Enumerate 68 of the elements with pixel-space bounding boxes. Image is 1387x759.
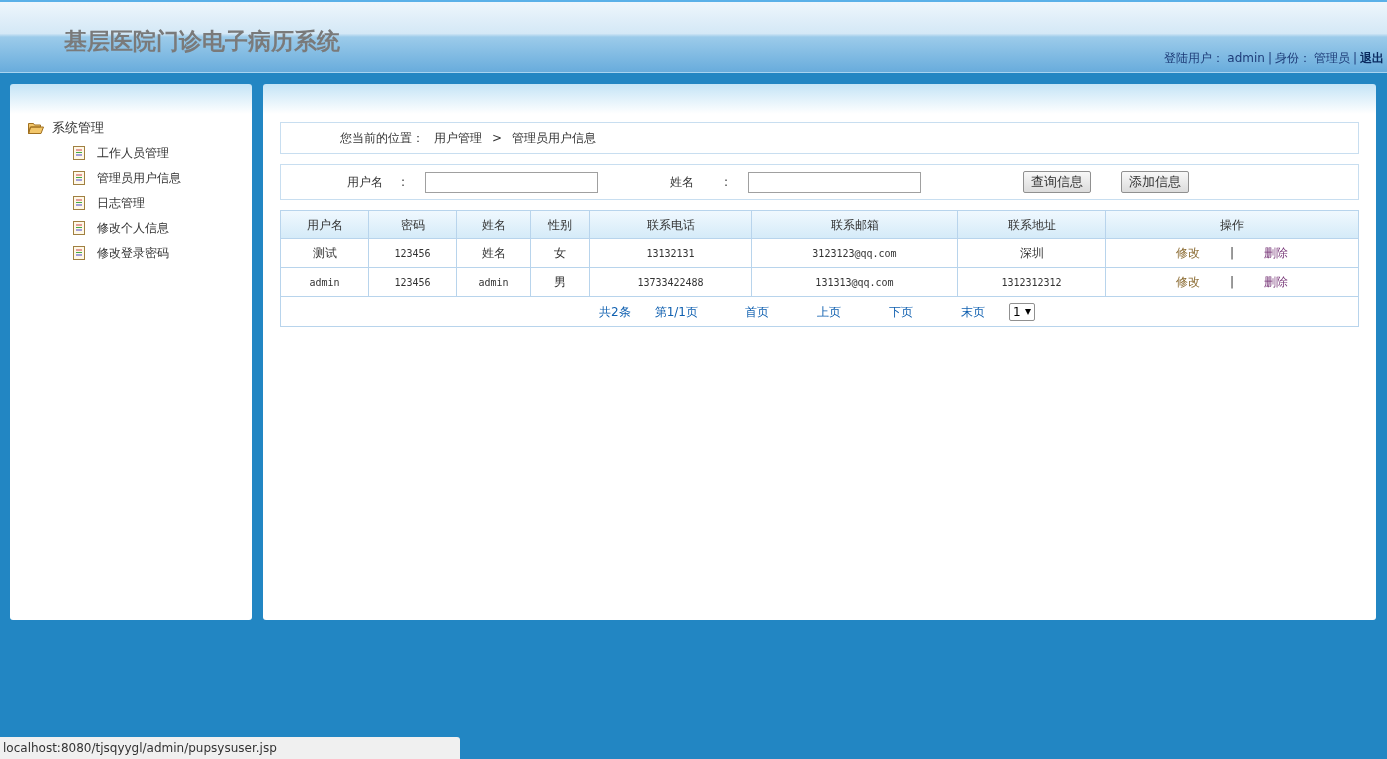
user-name: admin — [1227, 50, 1265, 67]
column-header: 密码 — [369, 211, 457, 239]
table-cell: 1312312312 — [958, 268, 1106, 296]
header-separator: | — [1352, 50, 1357, 67]
header-separator: | — [1267, 50, 1272, 67]
breadcrumb-separator: > — [492, 130, 503, 147]
column-header: 操作 — [1106, 211, 1358, 239]
role-label: 身份： — [1274, 50, 1311, 67]
table-cell: admin — [281, 268, 369, 296]
logout-link[interactable]: 退出 — [1360, 49, 1384, 67]
search-input[interactable] — [425, 171, 598, 193]
table-cell: 123456 — [369, 239, 457, 267]
field-colon: : — [401, 174, 407, 191]
breadcrumb-item: 管理员用户信息 — [512, 130, 597, 147]
column-header: 联系邮箱 — [752, 211, 958, 239]
sidebar-item[interactable]: 修改登录密码 — [97, 243, 169, 262]
field-colon: : — [724, 174, 730, 191]
breadcrumb-label: 您当前的位置： — [340, 130, 424, 147]
pagination-link[interactable]: 首页 — [744, 302, 769, 321]
document-icon — [73, 145, 85, 160]
action-separator: | — [1229, 245, 1234, 262]
pagination-link[interactable]: 末页 — [960, 302, 985, 321]
table-cell: 123456 — [369, 268, 457, 296]
total-count: 共2条 — [599, 303, 631, 321]
action-button[interactable]: 添加信息 — [1121, 171, 1189, 193]
field-label: 用户名 — [347, 174, 384, 191]
table-cell: 13132131 — [590, 239, 752, 267]
column-header: 用户名 — [281, 211, 369, 239]
document-icon — [73, 170, 85, 185]
document-icon — [73, 245, 85, 260]
column-header: 联系电话 — [590, 211, 752, 239]
user-label: 登陆用户： — [1164, 50, 1225, 67]
table-cell: 3123123@qq.com — [752, 239, 958, 267]
table-cell: 13733422488 — [590, 268, 752, 296]
breadcrumb-item: 用户管理 — [434, 130, 482, 147]
table-cell: 测试 — [281, 239, 369, 267]
sidebar-item[interactable]: 修改个人信息 — [97, 218, 169, 237]
action-separator: | — [1229, 274, 1234, 291]
document-icon — [73, 220, 85, 235]
page-indicator: 第1/1页 — [654, 303, 698, 321]
action-button[interactable]: 查询信息 — [1023, 171, 1091, 193]
table-cell: 姓名 — [457, 239, 531, 267]
column-header: 姓名 — [457, 211, 531, 239]
dropdown-arrow-icon — [1024, 308, 1031, 315]
delete-link[interactable]: 删除 — [1264, 273, 1288, 291]
field-label: 姓名 — [670, 174, 695, 191]
column-header: 联系地址 — [958, 211, 1106, 239]
table-cell: 女 — [531, 239, 590, 267]
table-cell: admin — [457, 268, 531, 296]
pagination-link[interactable]: 下页 — [888, 302, 913, 321]
delete-link[interactable]: 删除 — [1264, 244, 1288, 262]
search-input[interactable] — [748, 171, 921, 193]
sidebar-item[interactable]: 日志管理 — [97, 193, 145, 212]
table-cell: 男 — [531, 268, 590, 296]
edit-link[interactable]: 修改 — [1175, 273, 1200, 291]
table-cell: 131313@qq.com — [752, 268, 958, 296]
document-icon — [73, 195, 85, 210]
sidebar-group-label[interactable]: 系统管理 — [52, 118, 104, 138]
app-title: 基层医院门诊电子病历系统 — [64, 27, 340, 56]
table-cell: 深圳 — [958, 239, 1106, 267]
sidebar-item[interactable]: 管理员用户信息 — [97, 168, 181, 187]
column-header: 性别 — [531, 211, 590, 239]
sidebar-item[interactable]: 工作人员管理 — [97, 143, 169, 162]
role-name: 管理员 — [1313, 50, 1350, 67]
pagination-link[interactable]: 上页 — [816, 302, 841, 321]
page-select[interactable]: 1 — [1008, 302, 1035, 321]
status-bar: localhost:8080/tjsqyygl/admin/pupsysuser.jsp — [0, 737, 460, 759]
edit-link[interactable]: 修改 — [1175, 244, 1200, 262]
